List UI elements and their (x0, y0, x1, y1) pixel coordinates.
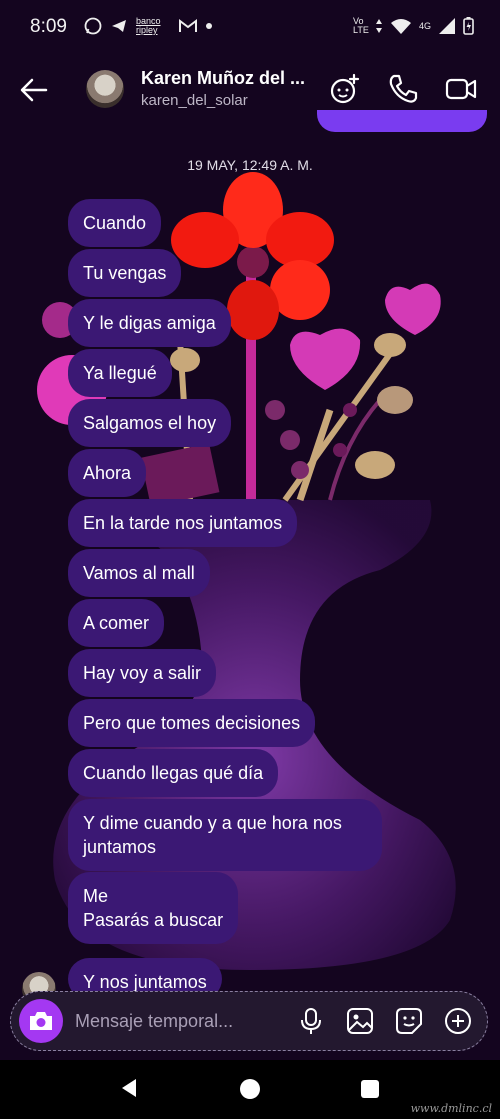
wifi-icon (390, 19, 411, 34)
camera-icon (30, 1012, 52, 1030)
nav-back-icon[interactable] (120, 1078, 138, 1098)
message-composer[interactable]: Mensaje temporal... (10, 991, 488, 1051)
message-input[interactable]: Mensaje temporal... (75, 1011, 233, 1032)
add-icon[interactable] (443, 1006, 473, 1036)
message-bubble[interactable]: A comer (68, 599, 165, 647)
message-bubble[interactable]: Ahora (68, 449, 147, 497)
system-navigation-bar: www.dmlinc.cl (0, 1060, 500, 1119)
contact-handle[interactable]: karen_del_solar (141, 92, 248, 109)
data-arrows-icon (375, 19, 382, 33)
nav-home-icon[interactable] (240, 1079, 260, 1099)
gallery-icon[interactable] (345, 1006, 375, 1036)
video-call-icon[interactable] (444, 72, 478, 106)
sticker-icon[interactable] (394, 1006, 424, 1036)
status-time: 8:09 (30, 16, 67, 37)
message-bubble[interactable]: Ya llegué (68, 349, 172, 397)
battery-icon (463, 17, 474, 35)
message-bubble[interactable]: Y dime cuando y a que hora nos juntamos (68, 799, 382, 871)
date-separator: 19 MAY, 12:49 A. M. (187, 157, 313, 173)
microphone-icon[interactable] (296, 1006, 326, 1036)
camera-button[interactable] (19, 999, 63, 1043)
message-bubble[interactable]: Me Pasarás a buscar (68, 872, 239, 944)
message-bubble[interactable]: Vamos al mall (68, 549, 210, 597)
signal-icon (439, 18, 455, 34)
dot-icon (206, 23, 212, 29)
notification-icons: banco ripley (84, 17, 212, 35)
message-bubble[interactable]: Tu vengas (68, 249, 182, 297)
effects-icon[interactable] (327, 72, 361, 106)
network-type: 4G (418, 20, 431, 31)
message-bubble[interactable]: En la tarde nos juntamos (68, 499, 298, 547)
system-icons: Vo LTE 4G (353, 17, 474, 35)
watermark: www.dmlinc.cl (410, 1102, 492, 1115)
message-bubble[interactable]: Pero que tomes decisiones (68, 699, 316, 747)
nav-recents-icon[interactable] (361, 1080, 379, 1098)
contact-avatar[interactable] (86, 70, 124, 108)
previous-message-bubble (317, 110, 487, 132)
status-bar: 8:09 banco ripley Vo LTE 4G (0, 0, 500, 52)
message-bubble[interactable]: Cuando (68, 199, 162, 247)
contact-name[interactable]: Karen Muñoz del ... (141, 68, 311, 89)
volte-indicator: Vo LTE (352, 16, 369, 35)
message-bubble[interactable]: Hay voy a salir (68, 649, 217, 697)
back-arrow-icon[interactable] (18, 74, 50, 106)
message-bubble[interactable]: Salgamos el hoy (68, 399, 232, 447)
message-bubble[interactable]: Y le digas amiga (68, 299, 231, 347)
gmail-icon (179, 19, 197, 32)
whatsapp-icon (84, 17, 102, 35)
telegram-icon (112, 20, 126, 32)
phone-icon[interactable] (386, 72, 420, 106)
message-bubble[interactable]: Cuando llegas qué día (68, 749, 279, 797)
banco-ripley-icon: banco ripley (136, 16, 161, 35)
